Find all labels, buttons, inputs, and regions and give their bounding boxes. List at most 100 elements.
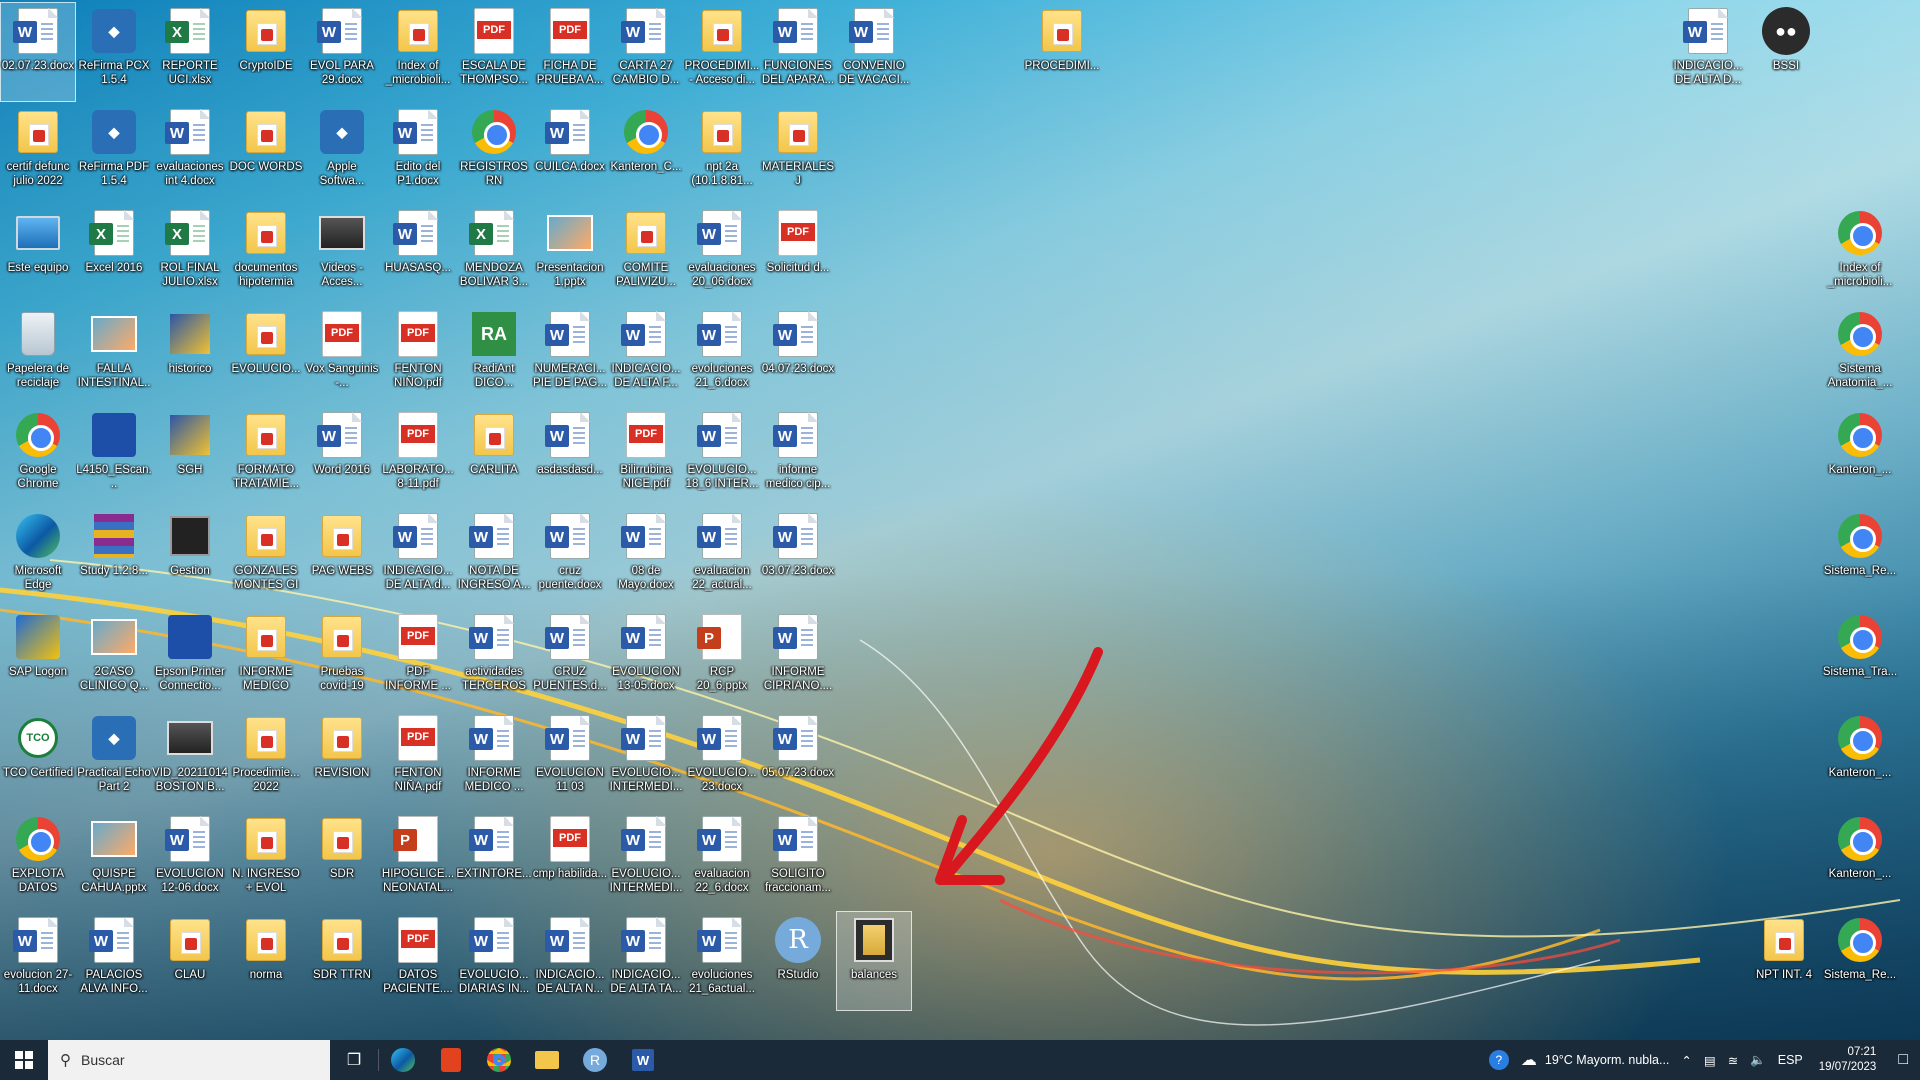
desktop-icon[interactable]: historico (152, 305, 228, 405)
desktop-icon[interactable]: W CARTA 27 CAMBIO D... (608, 2, 684, 102)
desktop-icon[interactable]: TCO TCO Certified (0, 709, 76, 809)
desktop-icon[interactable]: CryptoIDE (228, 2, 304, 102)
desktop-icon[interactable]: W Edito del P1.docx (380, 103, 456, 203)
desktop-icon[interactable]: REGISTROS RN (456, 103, 532, 203)
taskbar-edge[interactable] (379, 1040, 427, 1080)
desktop-icon[interactable]: W 05.07.23.docx (760, 709, 836, 809)
show-hidden-icons-button[interactable]: ⌃ (1675, 1053, 1697, 1068)
desktop-icon[interactable]: SDR TTRN (304, 911, 380, 1011)
desktop-icon[interactable]: Wactividades TERCEROS ... (456, 608, 532, 708)
desktop-icon[interactable]: W EVOLUCIO... INTERMEDI... (608, 709, 684, 809)
desktop-icon[interactable]: PDF Vox Sanguinis -... (304, 305, 380, 405)
desktop-icon[interactable]: Wevolucion 27-11.docx (0, 911, 76, 1011)
desktop-icon[interactable]: W 08 de Mayo.docx (608, 507, 684, 607)
desktop-icon[interactable]: ◆ ReFirma PDF 1.5.4 (76, 103, 152, 203)
desktop-icon[interactable]: Wevoluciones 21_6.docx (684, 305, 760, 405)
desktop-icon[interactable]: NPT INT. 4 (1746, 911, 1822, 1011)
desktop-icon[interactable]: W INDICACIO... DE ALTA TA... (608, 911, 684, 1011)
volume-button[interactable]: 🔈 (1744, 1053, 1772, 1068)
taskbar-word[interactable]: W (619, 1040, 667, 1080)
desktop-icon[interactable]: CARLITA (456, 406, 532, 506)
desktop-icon[interactable]: W 02.07.23.docx (0, 2, 76, 102)
desktop-icon[interactable]: Gestion (152, 507, 228, 607)
desktop-icon[interactable]: PDF DATOS PACIENTE.... (380, 911, 456, 1011)
desktop-icon[interactable]: ●● BSSI (1748, 2, 1824, 102)
desktop-icon[interactable]: PDF ESCALA DE THOMPSO... (456, 2, 532, 102)
desktop-icon[interactable]: PDF PDF INFORME ... (380, 608, 456, 708)
desktop-icon[interactable]: Kanteron_... (1822, 810, 1898, 910)
desktop-icon[interactable]: Index of _microbioli... (380, 2, 456, 102)
desktop-icon[interactable]: Index of _microbioli... (1822, 204, 1898, 304)
desktop-icon[interactable]: Winforme medico cip... (760, 406, 836, 506)
search-box[interactable]: ⚲ Buscar (48, 1040, 330, 1080)
desktop-icon[interactable]: 2CASO CLINICO Q... (76, 608, 152, 708)
weather-widget[interactable]: ☁ 19°C Mayorm. nubla... (1515, 1050, 1676, 1070)
desktop-icon[interactable]: L4150_EScan... (76, 406, 152, 506)
desktop-icon[interactable]: MATERIALES J (760, 103, 836, 203)
desktop-icon[interactable]: W INDICACIO... DE ALTA.d... (380, 507, 456, 607)
desktop-icon[interactable]: ◆ ReFirma PCX 1.5.4 (76, 2, 152, 102)
desktop-icon[interactable]: W INDICACIO... DE ALTA N... (532, 911, 608, 1011)
desktop-icon[interactable]: Pruebas covid-19 (304, 608, 380, 708)
desktop-icon[interactable]: Microsoft Edge (0, 507, 76, 607)
taskbar-r[interactable]: R (571, 1040, 619, 1080)
desktop-icon[interactable]: W Word 2016 (304, 406, 380, 506)
desktop-icon[interactable]: Wasdasdasd... (532, 406, 608, 506)
desktop-icon[interactable]: W EVOLUCION 13-05.docx (608, 608, 684, 708)
desktop-icon[interactable]: W EVOL PARA 29.docx (304, 2, 380, 102)
desktop-icon[interactable]: Study 1.2.8... (76, 507, 152, 607)
desktop-icon[interactable]: Sistema Anatomia_... (1822, 305, 1898, 405)
desktop-icon[interactable]: ◆ Practical Echo Part 2 (76, 709, 152, 809)
taskbar-file-explorer[interactable] (523, 1040, 571, 1080)
desktop-icon[interactable]: W INFORME MEDICO ... (456, 709, 532, 809)
desktop[interactable]: W 02.07.23.docx ◆ ReFirma PCX 1.5.4 X REPORTE… (0, 0, 1920, 1040)
desktop-icon[interactable]: Kanteron_... (1822, 709, 1898, 809)
desktop-icon[interactable]: W NOTA DE INGRESO A... (456, 507, 532, 607)
desktop-icon[interactable]: Wevoluciones 21_6actual... (684, 911, 760, 1011)
desktop-icon[interactable]: SDR (304, 810, 380, 910)
desktop-icon[interactable]: Wevaluaciones int 4.docx (152, 103, 228, 203)
task-view-button[interactable]: ❐ (330, 1040, 378, 1080)
desktop-icon[interactable]: Procedimie... 2022 (228, 709, 304, 809)
desktop-icon[interactable]: X Excel 2016 (76, 204, 152, 304)
desktop-icon[interactable]: EVOLUCIO... (228, 305, 304, 405)
desktop-icon[interactable]: W CRUZ PUENTES.d... (532, 608, 608, 708)
desktop-icon[interactable]: W HUASASQ... (380, 204, 456, 304)
desktop-icon[interactable]: X MENDOZA BOLIVAR 3... (456, 204, 532, 304)
desktop-icon[interactable]: Videos - Acces... (304, 204, 380, 304)
desktop-icon[interactable]: Sistema_Re... (1822, 911, 1898, 1011)
desktop-icon[interactable]: W CUILCA.docx (532, 103, 608, 203)
network-button[interactable]: ≊ (1722, 1053, 1744, 1068)
desktop-icon[interactable]: W NUMERACI... PIE DE PAG... (532, 305, 608, 405)
desktop-icon[interactable]: FORMATO TRATAMIE... (228, 406, 304, 506)
desktop-icon[interactable]: Wcruz puente.docx (532, 507, 608, 607)
desktop-icon[interactable]: PDF cmp habilida... (532, 810, 608, 910)
desktop-icon[interactable]: PDF Solicitud d... (760, 204, 836, 304)
desktop-icon[interactable]: PROCEDIMI... - Acceso di... (684, 2, 760, 102)
language-indicator[interactable]: ESP (1772, 1053, 1809, 1067)
desktop-icon[interactable]: REVISION (304, 709, 380, 809)
desktop-icon[interactable]: Presentacion 1.pptx (532, 204, 608, 304)
desktop-icon[interactable]: W INDICACIO... DE ALTA F... (608, 305, 684, 405)
desktop-icon[interactable]: P RCP 20_6.pptx (684, 608, 760, 708)
desktop-icon[interactable]: Wevaluaciones 20_06.docx (684, 204, 760, 304)
desktop-icon[interactable]: PDF FICHA DE PRUEBA A... (532, 2, 608, 102)
desktop-icon[interactable]: INFORME MEDICO (228, 608, 304, 708)
desktop-icon[interactable]: balances (836, 911, 912, 1011)
desktop-icon[interactable]: Este equipo (0, 204, 76, 304)
desktop-icon[interactable]: EXPLOTA DATOS (0, 810, 76, 910)
desktop-icon[interactable]: Kanteron_... (1822, 406, 1898, 506)
taskbar-office[interactable] (427, 1040, 475, 1080)
desktop-icon[interactable]: P HIPOGLICE... NEONATAL... (380, 810, 456, 910)
desktop-icon[interactable]: W EVOLUCIO... INTERMEDI... (608, 810, 684, 910)
clock[interactable]: 07:21 19/07/2023 (1809, 1045, 1887, 1075)
desktop-icon[interactable]: W 04.07.23.docx (760, 305, 836, 405)
desktop-icon[interactable]: Sistema_Re... (1822, 507, 1898, 607)
desktop-icon[interactable]: W EXTINTORE... (456, 810, 532, 910)
start-button[interactable] (0, 1040, 48, 1080)
desktop-icon[interactable]: Epson Printer Connectio... (152, 608, 228, 708)
desktop-icon[interactable]: W EVOLUCION 11 03 (532, 709, 608, 809)
desktop-icon[interactable]: PROCEDIMI... (1024, 2, 1100, 102)
desktop-icon[interactable]: certif defunc julio 2022 (0, 103, 76, 203)
desktop-icon[interactable]: RA RadiAnt DICO... (456, 305, 532, 405)
